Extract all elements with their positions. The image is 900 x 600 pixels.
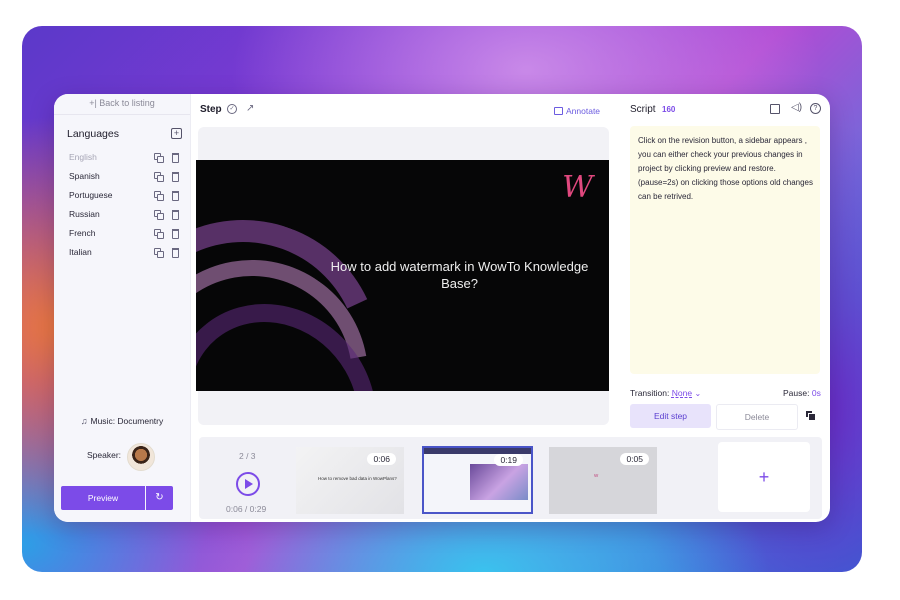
- transition-label: Transition:: [630, 388, 670, 398]
- thumbnail-logo: W: [594, 473, 599, 478]
- volume-icon[interactable]: ◁): [791, 102, 802, 113]
- music-icon: ♫: [80, 416, 88, 426]
- chevron-down-icon[interactable]: ⌄: [694, 389, 701, 398]
- script-text[interactable]: Click on the revision button, a sidebar …: [638, 134, 816, 204]
- language-item-portuguese[interactable]: Portuguese: [54, 187, 190, 206]
- thumbnail-duration: 0:05: [620, 453, 649, 465]
- wowto-logo: W: [562, 170, 593, 205]
- pause-setting[interactable]: Pause: 0s: [783, 388, 821, 398]
- video-title: How to add watermark in WowTo Knowledge …: [330, 259, 589, 291]
- script-title: Script: [630, 104, 656, 115]
- trash-icon[interactable]: [172, 191, 179, 201]
- step-thumbnail[interactable]: W 0:05: [549, 447, 657, 514]
- pause-value[interactable]: 0s: [812, 388, 821, 398]
- app-window: +| Back to listing Languages + English S…: [54, 94, 830, 522]
- play-icon[interactable]: [236, 472, 260, 496]
- sidebar: +| Back to listing Languages + English S…: [54, 94, 191, 522]
- annotate-label: Annotate: [566, 106, 601, 116]
- thumbnail-duration: 0:06: [367, 453, 396, 465]
- annotate-icon: [554, 107, 563, 115]
- language-name: Italian: [69, 247, 92, 257]
- language-item-english[interactable]: English: [54, 149, 190, 168]
- trash-icon[interactable]: [172, 172, 179, 182]
- thumbnail-duration: 0:19: [494, 454, 523, 466]
- refresh-icon[interactable]: ↻: [146, 486, 173, 510]
- thumbnail-caption: How to remove bad data in WowPlans?: [318, 476, 397, 481]
- annotate-button[interactable]: Annotate: [554, 106, 600, 116]
- translate-icon[interactable]: [770, 104, 780, 114]
- pause-label: Pause:: [783, 388, 810, 398]
- video-preview[interactable]: W How to add watermark in WowTo Knowledg…: [196, 160, 609, 391]
- thumbnail-image: [470, 464, 528, 500]
- delete-button[interactable]: Delete: [716, 404, 798, 430]
- copy-icon[interactable]: [154, 172, 164, 182]
- trash-icon[interactable]: [172, 153, 179, 163]
- transition-selector[interactable]: Transition: None ⌄: [630, 388, 701, 398]
- trash-icon[interactable]: [172, 210, 179, 220]
- external-link-icon[interactable]: ↗: [246, 103, 254, 114]
- preview-button[interactable]: Preview: [61, 486, 145, 510]
- language-item-spanish[interactable]: Spanish: [54, 168, 190, 187]
- add-step-button[interactable]: +: [718, 442, 810, 512]
- duplicate-icon[interactable]: [805, 410, 816, 421]
- language-item-french[interactable]: French: [54, 225, 190, 244]
- music-label: Music: Documentry: [90, 416, 164, 426]
- languages-title: Languages: [67, 128, 119, 140]
- step-counter: 2 / 3: [239, 451, 256, 461]
- language-item-russian[interactable]: Russian: [54, 206, 190, 225]
- language-list: English Spanish Portuguese Russian Frenc: [54, 149, 190, 263]
- language-name: English: [69, 152, 97, 162]
- check-icon[interactable]: ✓: [227, 104, 237, 114]
- step-title: Step: [200, 104, 222, 115]
- step-thumbnail[interactable]: How to remove bad data in WowPlans? 0:06: [296, 447, 404, 514]
- trash-icon[interactable]: [172, 229, 179, 239]
- step-thumbnail-selected[interactable]: 0:19: [422, 446, 533, 514]
- add-language-icon[interactable]: +: [171, 128, 182, 139]
- divider: [54, 114, 190, 115]
- copy-icon[interactable]: [154, 191, 164, 201]
- back-to-listing-link[interactable]: +| Back to listing: [54, 98, 190, 108]
- language-name: French: [69, 228, 96, 238]
- transition-value[interactable]: None: [672, 388, 692, 398]
- time-readout: 0:06 / 0:29: [226, 504, 267, 514]
- music-selector[interactable]: ♫ Music: Documentry: [54, 416, 190, 426]
- speaker-label: Speaker:: [87, 450, 122, 460]
- language-name: Russian: [69, 209, 100, 219]
- copy-icon[interactable]: [154, 229, 164, 239]
- language-name: Portuguese: [69, 190, 113, 200]
- copy-icon[interactable]: [154, 153, 164, 163]
- help-icon[interactable]: ?: [810, 103, 821, 114]
- script-char-count: 160: [662, 105, 676, 114]
- speaker-avatar[interactable]: [127, 443, 155, 471]
- language-item-italian[interactable]: Italian: [54, 244, 190, 263]
- edit-step-button[interactable]: Edit step: [630, 404, 711, 428]
- copy-icon[interactable]: [154, 248, 164, 258]
- copy-icon[interactable]: [154, 210, 164, 220]
- trash-icon[interactable]: [172, 248, 179, 258]
- language-name: Spanish: [69, 171, 100, 181]
